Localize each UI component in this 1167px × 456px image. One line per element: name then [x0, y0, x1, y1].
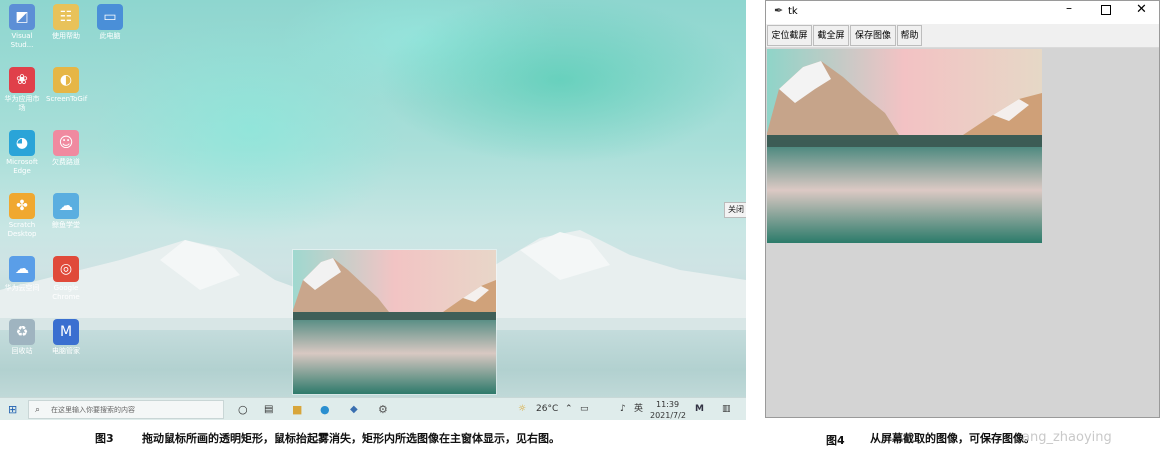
- taskbar: ⊞ ⌕ 在这里输入你要搜索的内容 ○ ▤ ■ ● ◆ ⚙ ☼ 26°C ⌃ ▭ …: [0, 397, 746, 420]
- desktop-icon[interactable]: ☁ 华为云空间: [2, 256, 42, 293]
- tk-window: ✒ tk – ✕ 定位截屏 截全屏 保存图像 帮助: [765, 0, 1160, 418]
- weather-text: 26°C: [536, 404, 559, 414]
- desktop-screenshot: ◩ Visual Stud... ☷ 使用帮助 ▭ 此电脑 ❀ 华为应用市场 ◐ ScreenTo…: [0, 0, 746, 420]
- search-placeholder: 在这里输入你要搜索的内容: [51, 406, 135, 414]
- desktop-icon[interactable]: ◩ Visual Stud...: [2, 4, 42, 50]
- desktop-icon-label: 此电脑: [99, 32, 121, 40]
- desktop-icon[interactable]: ✤ Scratch Desktop: [2, 193, 42, 239]
- desktop-icon-label: 使用帮助: [52, 32, 80, 40]
- window-title: tk: [788, 6, 798, 17]
- desktop-icon[interactable]: ◕ Microsoft Edge: [2, 130, 42, 176]
- cortana-icon[interactable]: ○: [238, 398, 248, 420]
- edge-taskbar-icon[interactable]: ●: [320, 398, 330, 420]
- desktop-icon[interactable]: ☁ 鲸鱼学堂: [46, 193, 86, 230]
- windows-start-icon[interactable]: ⊞: [8, 398, 17, 420]
- python-taskbar-icon[interactable]: ◆: [350, 398, 358, 420]
- computer-icon: ▭: [97, 4, 123, 30]
- desktop-icon-label: 电脑管家: [52, 347, 80, 355]
- visual-studio-icon: ◩: [9, 4, 35, 30]
- menu-fullscreen-capture-button[interactable]: 截全屏: [813, 25, 849, 46]
- desktop-icon-label: 鲸鱼学堂: [52, 221, 80, 229]
- captured-image: [767, 49, 1042, 243]
- desktop-icon-label: 华为应用市场: [4, 95, 40, 112]
- figure3-label: 图3: [95, 432, 114, 445]
- maximize-icon[interactable]: [1101, 5, 1111, 15]
- desktop-icon[interactable]: ♻ 回收站: [2, 319, 42, 356]
- desktop-icon-label: 欠费路道: [52, 158, 80, 166]
- weather-icon: ☼: [518, 404, 527, 414]
- app-cartoon-icon: ☺: [53, 130, 79, 156]
- file-explorer-icon[interactable]: ■: [292, 398, 302, 420]
- captured-image-canvas: [767, 49, 1042, 243]
- ime-indicator[interactable]: 英: [634, 398, 643, 420]
- menu-help-button[interactable]: 帮助: [897, 25, 922, 46]
- tray-chevron-icon[interactable]: ⌃: [565, 398, 573, 420]
- desktop-icon-label: Scratch Desktop: [7, 221, 37, 238]
- desktop-icon[interactable]: ❀ 华为应用市场: [2, 67, 42, 113]
- desktop-icon[interactable]: ▭ 此电脑: [90, 4, 130, 41]
- desktop-icon-label: 华为云空间: [4, 284, 40, 292]
- pc-manager-tray-icon[interactable]: M: [695, 398, 704, 420]
- desktop-icon-label: Visual Stud...: [10, 32, 34, 49]
- huawei-cloud-icon: ☁: [9, 256, 35, 282]
- recycle-bin-icon: ♻: [9, 319, 35, 345]
- menu-region-capture-button[interactable]: 定位截屏: [767, 25, 812, 46]
- huawei-appgallery-icon: ❀: [9, 67, 35, 93]
- minimize-icon[interactable]: –: [1066, 1, 1072, 15]
- close-icon[interactable]: ✕: [1136, 2, 1147, 17]
- desktop-icon-label: ScreenToGif: [46, 95, 88, 103]
- whale-icon: ☁: [53, 193, 79, 219]
- selection-rectangle[interactable]: [292, 249, 497, 395]
- edge-icon: ◕: [9, 130, 35, 156]
- clock-date[interactable]: 2021/7/2: [650, 404, 686, 420]
- desktop-icon[interactable]: ◎ Google Chrome: [46, 256, 86, 302]
- desktop-icon-label: 回收站: [11, 347, 33, 355]
- search-icon: ⌕: [35, 405, 41, 415]
- title-bar[interactable]: ✒ tk – ✕: [766, 1, 1159, 24]
- desktop-icon[interactable]: ☺ 欠费路道: [46, 130, 86, 167]
- figure3-caption: 拖动鼠标所画的透明矩形，鼠标抬起雾消失，矩形内所选图像在主窗体显示，见右图。: [142, 432, 560, 445]
- task-view-icon[interactable]: ▤: [264, 398, 273, 420]
- screentogif-icon: ◐: [53, 67, 79, 93]
- close-overlay-button[interactable]: 关闭: [724, 202, 746, 218]
- desktop-icon[interactable]: ☷ 使用帮助: [46, 4, 86, 41]
- desktop-icon-label: Microsoft Edge: [6, 158, 38, 175]
- selected-image: [293, 250, 496, 394]
- chrome-icon: ◎: [53, 256, 79, 282]
- scratch-icon: ✤: [9, 193, 35, 219]
- desktop-icon-label: Google Chrome: [52, 284, 80, 301]
- watermark-text: ang_zhaoying: [1022, 430, 1112, 445]
- help-doc-icon: ☷: [53, 4, 79, 30]
- volume-icon[interactable]: ♪: [620, 398, 626, 420]
- menu-save-image-button[interactable]: 保存图像: [850, 25, 896, 46]
- figure4-label: 图4: [826, 434, 845, 447]
- figure4-caption: 从屏幕截取的图像，可保存图像。: [870, 432, 1035, 445]
- taskbar-search-input[interactable]: ⌕ 在这里输入你要搜索的内容: [28, 400, 224, 419]
- desktop-icon[interactable]: M 电脑管家: [46, 319, 86, 356]
- tk-feather-icon: ✒: [774, 4, 784, 17]
- notification-icon[interactable]: ▥: [722, 398, 731, 420]
- desktop-icon[interactable]: ◐ ScreenToGif: [46, 67, 88, 104]
- network-icon[interactable]: ▭: [580, 398, 589, 420]
- settings-icon[interactable]: ⚙: [378, 398, 388, 420]
- menu-bar: 定位截屏 截全屏 保存图像 帮助: [766, 24, 1159, 48]
- pc-manager-icon: M: [53, 319, 79, 345]
